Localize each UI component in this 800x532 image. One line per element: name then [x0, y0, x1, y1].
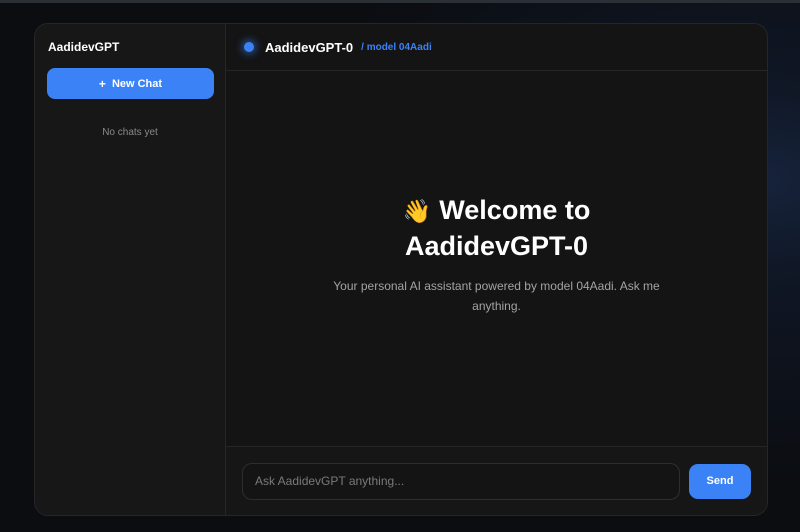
sidebar: AadidevGPT + New Chat No chats yet — [35, 24, 226, 515]
welcome-heading: 👋 Welcome to AadidevGPT-0 — [347, 193, 647, 264]
chat-main: AadidevGPT-0 / model 04Aadi 👋 Welcome to … — [226, 24, 767, 515]
new-chat-label: New Chat — [111, 77, 163, 90]
window-top-edge — [0, 0, 800, 3]
empty-chats-message: No chats yet — [102, 127, 158, 138]
chat-header: AadidevGPT-0 / model 04Aadi — [226, 24, 767, 71]
waving-hand-icon: 👋 — [402, 198, 432, 224]
message-composer: Send — [226, 446, 767, 515]
welcome-subtitle: Your personal AI assistant powered by mo… — [333, 279, 660, 313]
brand-title: AadidevGPT — [48, 40, 120, 54]
model-tag: / model 04Aadi — [361, 41, 432, 53]
app-window: AadidevGPT + New Chat No chats yet Aadid… — [34, 23, 768, 516]
welcome-title-text: Welcome to AadidevGPT-0 — [404, 195, 591, 261]
chat-title: AadidevGPT-0 — [265, 39, 354, 55]
plus-icon: + — [98, 76, 106, 91]
new-chat-button[interactable]: + New Chat — [47, 68, 214, 99]
send-button[interactable]: Send — [689, 463, 751, 499]
status-dot-icon — [244, 42, 254, 52]
message-input[interactable] — [242, 462, 680, 500]
welcome-panel: 👋 Welcome to AadidevGPT-0 Your personal A… — [226, 71, 767, 446]
